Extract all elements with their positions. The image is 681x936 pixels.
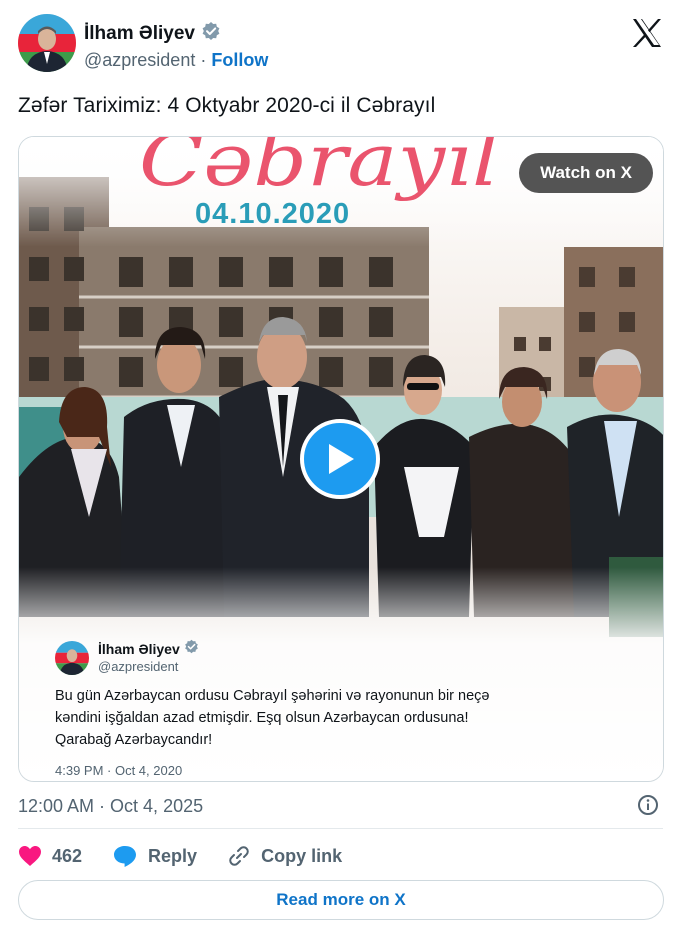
divider — [18, 828, 663, 829]
quoted-author-name: İlham Əliyev — [98, 641, 180, 657]
tweet-text: Zəfər Tariximiz: 4 Oktyabr 2020-ci il Cə… — [18, 94, 436, 117]
x-logo-icon[interactable] — [631, 18, 663, 48]
video-title-script: Cəbrayıl — [139, 137, 499, 202]
handle-separator: · — [200, 50, 207, 70]
copy-link-button[interactable]: Copy link — [227, 844, 342, 868]
play-icon — [329, 444, 354, 474]
reply-label: Reply — [148, 845, 198, 866]
media-card[interactable]: Cəbrayıl 04.10.2020 Watch on X İlham Əli… — [18, 136, 664, 782]
follow-button[interactable]: Follow — [211, 50, 268, 71]
verified-badge-icon — [184, 639, 199, 659]
video-date-text: 04.10.2020 — [195, 198, 350, 230]
heart-icon — [19, 846, 41, 866]
quoted-author-avatar — [55, 641, 89, 675]
action-bar: 462 Reply Copy link — [18, 841, 372, 871]
like-count: 462 — [52, 845, 83, 866]
quoted-tweet-body: Bu gün Azərbaycan ordusu Cəbrayıl şəhəri… — [55, 688, 490, 748]
read-more-button[interactable]: Read more on X — [18, 880, 664, 920]
tweet-timestamp[interactable]: 12:00 AM · Oct 4, 2025 — [18, 796, 203, 817]
author-handle[interactable]: @azpresident — [84, 50, 195, 71]
quoted-author-handle: @azpresident — [98, 659, 179, 674]
info-icon[interactable] — [637, 794, 659, 816]
copy-link-label: Copy link — [261, 845, 343, 866]
tweet-header: İlham Əliyev @azpresident · Follow — [18, 14, 663, 78]
watch-on-x-button[interactable]: Watch on X — [519, 153, 653, 193]
verified-badge-icon — [201, 21, 221, 46]
reply-bubble-icon — [114, 846, 137, 867]
reply-button[interactable]: Reply — [112, 844, 197, 868]
link-icon — [229, 846, 249, 866]
play-button[interactable] — [300, 419, 380, 499]
quoted-tweet-time: 4:39 PM · Oct 4, 2020 — [55, 763, 183, 778]
like-button[interactable]: 462 — [18, 845, 82, 867]
author-avatar[interactable] — [18, 14, 76, 72]
author-name[interactable]: İlham Əliyev — [84, 23, 195, 45]
